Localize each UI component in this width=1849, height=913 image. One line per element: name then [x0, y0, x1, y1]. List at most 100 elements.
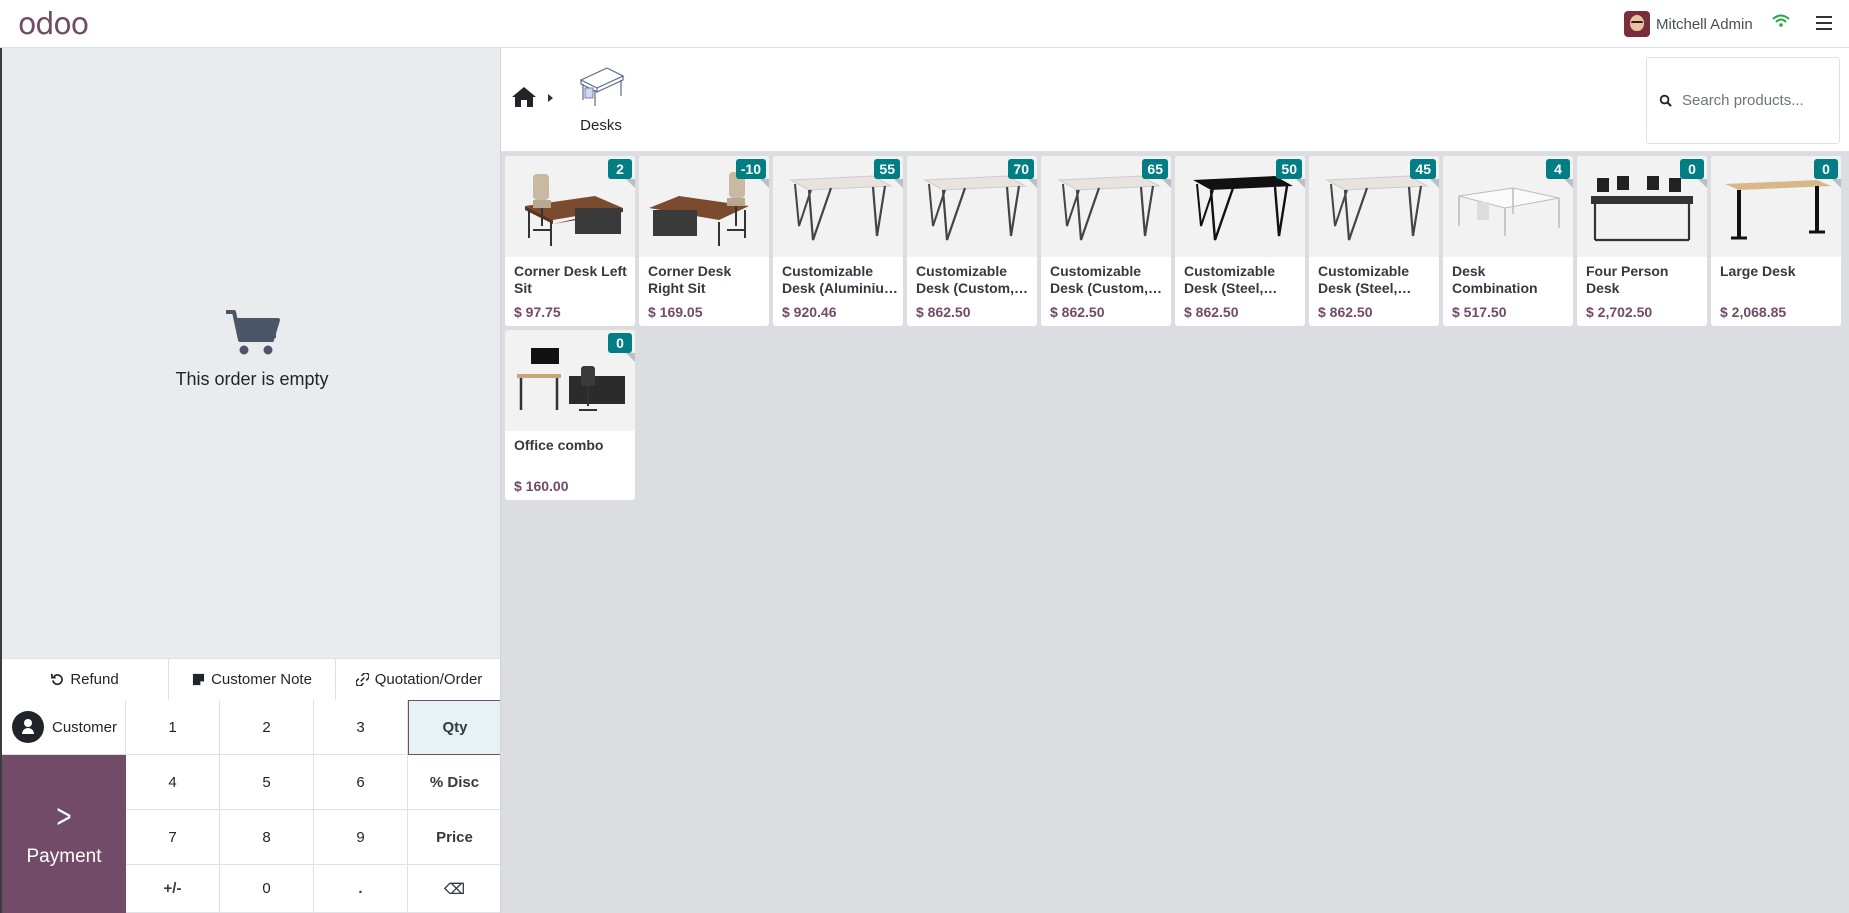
order-actions: Refund Customer Note Quotation/Order — [2, 658, 502, 700]
cart-icon — [226, 310, 280, 355]
hamburger-icon[interactable] — [1816, 16, 1832, 30]
backspace-button[interactable]: ⌫ — [408, 865, 502, 913]
product-name: Four Person Desk — [1586, 263, 1669, 296]
stock-badge: 45 — [1410, 159, 1436, 179]
stock-badge: 65 — [1142, 159, 1168, 179]
user-name: Mitchell Admin — [1656, 15, 1753, 33]
corner-fold-icon — [1832, 179, 1841, 188]
refund-button[interactable]: Refund — [2, 659, 169, 700]
customer-note-button[interactable]: Customer Note — [169, 659, 336, 700]
product-name: Customizable Desk (Steel,… — [1318, 263, 1412, 296]
corner-fold-icon — [1430, 179, 1439, 188]
quotation-order-button[interactable]: Quotation/Order — [336, 659, 502, 700]
payment-label: Payment — [26, 845, 102, 867]
product-name: Corner Desk Left Sit — [514, 263, 627, 296]
product-card[interactable]: 0 Office combo $ 160.00 — [505, 330, 635, 500]
product-price: $ 862.50 — [1318, 304, 1373, 320]
stock-badge: 4 — [1546, 159, 1570, 179]
numpad-key-4[interactable]: 4 — [126, 755, 220, 810]
product-card[interactable]: 0 Four Person Desk $ 2,702.50 — [1577, 156, 1707, 326]
numpad-area: Customer > Payment 1 2 3 Qty 4 5 6 % Dis… — [2, 700, 502, 913]
link-icon — [355, 673, 369, 686]
top-bar: odoo Mitchell Admin — [0, 0, 1849, 48]
plus-minus-button[interactable]: +/- — [126, 865, 220, 913]
product-search[interactable] — [1646, 57, 1840, 144]
corner-fold-icon — [760, 179, 769, 188]
search-icon — [1659, 94, 1672, 107]
product-name: Office combo — [514, 437, 604, 453]
product-card[interactable]: 4 Desk Combination $ 517.50 — [1443, 156, 1573, 326]
product-price: $ 160.00 — [514, 478, 569, 494]
odoo-logo: odoo — [18, 6, 89, 42]
product-card[interactable]: 70 Customizable Desk (Custom,… $ 862.50 — [907, 156, 1037, 326]
numpad-key-9[interactable]: 9 — [314, 810, 408, 865]
stock-badge: 70 — [1008, 159, 1034, 179]
wifi-icon[interactable] — [1772, 12, 1790, 30]
product-name: Desk Combination — [1452, 263, 1538, 296]
empty-order: This order is empty — [2, 308, 502, 390]
product-card[interactable]: 0 Large Desk $ 2,068.85 — [1711, 156, 1841, 326]
product-card[interactable]: 55 Customizable Desk (Aluminiu… $ 920.46 — [773, 156, 903, 326]
avatar — [1624, 11, 1650, 37]
product-price: $ 862.50 — [916, 304, 971, 320]
user-menu[interactable]: Mitchell Admin — [1624, 10, 1753, 38]
product-card[interactable]: 45 Customizable Desk (Steel,… $ 862.50 — [1309, 156, 1439, 326]
stock-badge: 55 — [874, 159, 900, 179]
product-name: Customizable Desk (Custom,… — [916, 263, 1029, 296]
category-label: Desks — [580, 117, 622, 134]
product-price: $ 920.46 — [782, 304, 837, 320]
product-price: $ 2,068.85 — [1720, 304, 1787, 320]
numpad-key-2[interactable]: 2 — [220, 700, 314, 755]
corner-fold-icon — [894, 179, 903, 188]
order-pane: This order is empty Refund Customer Note… — [0, 48, 502, 913]
qty-mode-button[interactable]: Qty — [408, 700, 502, 755]
product-price: $ 169.05 — [648, 304, 703, 320]
product-card[interactable]: -10 Corner Desk Right Sit $ 169.05 — [639, 156, 769, 326]
home-icon[interactable] — [511, 86, 537, 108]
numpad-key-5[interactable]: 5 — [220, 755, 314, 810]
search-input[interactable] — [1682, 92, 1832, 109]
discount-mode-button[interactable]: % Disc — [408, 755, 502, 810]
customer-label: Customer — [52, 718, 118, 736]
stock-badge: 0 — [1814, 159, 1838, 179]
user-icon — [12, 711, 44, 743]
decimal-button[interactable]: . — [314, 865, 408, 913]
product-card[interactable]: 65 Customizable Desk (Custom,… $ 862.50 — [1041, 156, 1171, 326]
product-name: Customizable Desk (Steel,… — [1184, 263, 1278, 296]
product-price: $ 517.50 — [1452, 304, 1507, 320]
corner-fold-icon — [1296, 179, 1305, 188]
corner-fold-icon — [1162, 179, 1171, 188]
note-icon — [192, 673, 205, 686]
price-mode-button[interactable]: Price — [408, 810, 502, 865]
stock-badge: 50 — [1276, 159, 1302, 179]
product-card[interactable]: 2 Corner Desk Left Sit $ 97.75 — [505, 156, 635, 326]
logo-text: odoo — [18, 6, 89, 42]
numpad-key-0[interactable]: 0 — [220, 865, 314, 913]
product-card[interactable]: 50 Customizable Desk (Steel,… $ 862.50 — [1175, 156, 1305, 326]
corner-fold-icon — [1698, 179, 1707, 188]
customer-button[interactable]: Customer — [2, 700, 126, 755]
stock-badge: 2 — [608, 159, 632, 179]
refund-label: Refund — [70, 671, 119, 688]
customer-note-label: Customer Note — [211, 671, 312, 688]
numpad-key-8[interactable]: 8 — [220, 810, 314, 865]
chevron-right-icon: > — [56, 795, 72, 835]
numpad-key-1[interactable]: 1 — [126, 700, 220, 755]
corner-fold-icon — [1564, 179, 1573, 188]
quotation-order-label: Quotation/Order — [374, 671, 483, 688]
payment-button[interactable]: > Payment — [2, 755, 126, 913]
numpad-key-3[interactable]: 3 — [314, 700, 408, 755]
product-name: Customizable Desk (Aluminiu… — [782, 263, 898, 296]
numpad-key-6[interactable]: 6 — [314, 755, 408, 810]
stock-badge: -10 — [735, 159, 766, 179]
numpad: 1 2 3 Qty 4 5 6 % Disc 7 8 9 Price +/- 0… — [126, 700, 502, 913]
stock-badge: 0 — [608, 333, 632, 353]
product-name: Large Desk — [1720, 263, 1796, 279]
category-desks[interactable]: Desks — [563, 62, 639, 134]
numpad-key-7[interactable]: 7 — [126, 810, 220, 865]
breadcrumb-caret-icon — [548, 94, 553, 102]
product-price: $ 862.50 — [1050, 304, 1105, 320]
empty-order-text: This order is empty — [175, 369, 329, 389]
products-pane: Desks 2 Corner Desk Left Sit $ 97.75 -10 Cor… — [500, 48, 1849, 913]
undo-icon — [51, 673, 64, 686]
